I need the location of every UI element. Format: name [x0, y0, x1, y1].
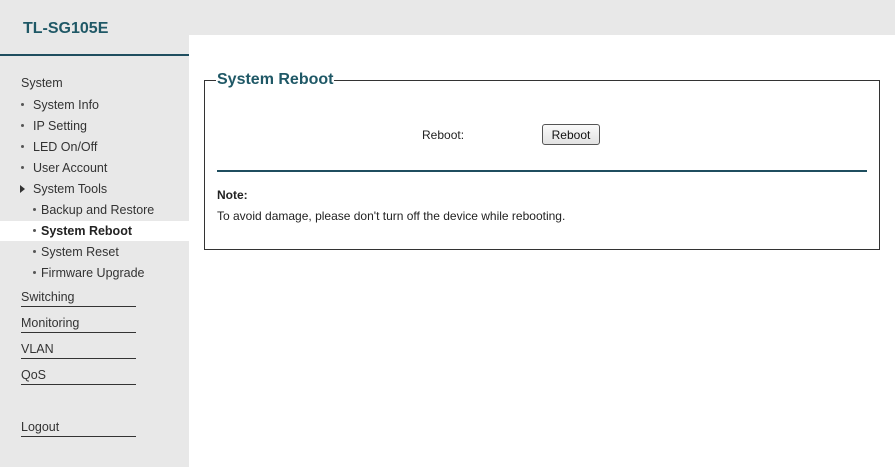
reboot-panel-frame: [204, 80, 880, 250]
sidebar-item-label: IP Setting: [33, 119, 87, 133]
sidebar-section-qos[interactable]: QoS: [21, 368, 136, 385]
brand-header: TL-SG105E: [0, 0, 189, 56]
sidebar-item-label: LED On/Off: [33, 140, 98, 154]
bullet-icon: [21, 103, 24, 106]
sidebar-group-system[interactable]: System: [21, 76, 63, 90]
bullet-icon: [21, 145, 24, 148]
main-content: [189, 35, 895, 467]
bullet-icon: [33, 208, 36, 211]
sidebar-item-user-account[interactable]: User Account: [21, 161, 108, 175]
sidebar-item-label: User Account: [33, 161, 108, 175]
sidebar-item-firmware-upgrade[interactable]: Firmware Upgrade: [33, 266, 145, 280]
sidebar-item-system-reset[interactable]: System Reset: [33, 245, 119, 259]
panel-divider: [217, 170, 867, 172]
sidebar-item-backup-restore[interactable]: Backup and Restore: [33, 203, 155, 217]
sidebar-item-label: System Tools: [33, 182, 108, 196]
sidebar-item-system-reboot[interactable]: System Reboot: [33, 224, 132, 238]
device-model-title: TL-SG105E: [23, 20, 109, 37]
sidebar-item-system-tools[interactable]: System Tools: [20, 182, 108, 196]
bullet-icon: [33, 250, 36, 253]
sidebar-item-label: Backup and Restore: [41, 203, 155, 217]
note-text: To avoid damage, please don't turn off t…: [217, 209, 566, 223]
sidebar-section-monitoring[interactable]: Monitoring: [21, 316, 136, 333]
sidebar-section-vlan[interactable]: VLAN: [21, 342, 136, 359]
logout-link[interactable]: Logout: [21, 420, 136, 437]
sidebar-item-label: System Reboot: [41, 224, 132, 238]
sidebar-section-switching[interactable]: Switching: [21, 290, 136, 307]
sidebar-item-led-onoff[interactable]: LED On/Off: [21, 140, 98, 154]
sidebar-item-label: Firmware Upgrade: [41, 266, 145, 280]
sidebar-item-system-info[interactable]: System Info: [21, 98, 99, 112]
bullet-icon: [33, 271, 36, 274]
expand-arrow-icon: [20, 185, 25, 193]
reboot-button[interactable]: Reboot: [542, 124, 600, 145]
sidebar-item-label: System Reset: [41, 245, 119, 259]
sidebar-item-label: System Info: [33, 98, 99, 112]
note-title: Note:: [217, 188, 248, 202]
bullet-icon: [21, 124, 24, 127]
reboot-label: Reboot:: [422, 128, 465, 142]
panel-title: System Reboot: [216, 71, 335, 89]
bullet-icon: [21, 166, 24, 169]
bullet-icon: [33, 229, 36, 232]
sidebar-item-ip-setting[interactable]: IP Setting: [21, 119, 87, 133]
